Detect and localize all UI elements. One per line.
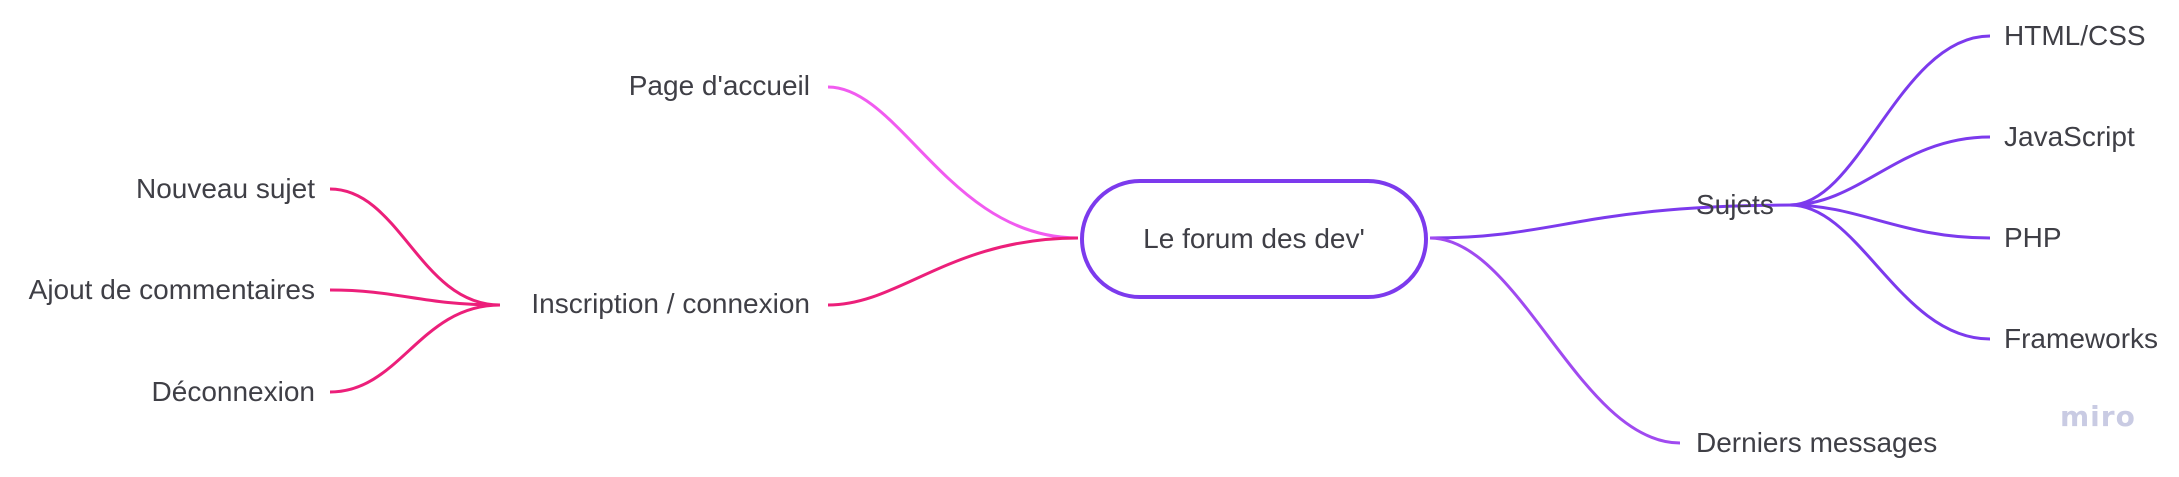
node-derniers-messages[interactable]: Derniers messages xyxy=(1696,429,1937,457)
center-node-label: Le forum des dev' xyxy=(1143,223,1365,254)
connector-page-accueil xyxy=(827,85,1079,240)
node-frameworks[interactable]: Frameworks xyxy=(2004,325,2158,353)
node-inscription-connexion[interactable]: Inscription / connexion xyxy=(480,290,810,318)
node-html-css[interactable]: HTML/CSS xyxy=(2004,22,2146,50)
node-javascript[interactable]: JavaScript xyxy=(2004,123,2135,151)
connector-html-css xyxy=(1789,34,1991,207)
connector-php xyxy=(1789,203,1991,240)
mindmap-canvas: Le forum des dev' Page d'accueil Inscrip… xyxy=(0,0,2179,477)
connector-derniers-messages xyxy=(1429,236,1681,445)
node-page-accueil[interactable]: Page d'accueil xyxy=(560,72,810,100)
node-nouveau-sujet[interactable]: Nouveau sujet xyxy=(60,175,315,203)
node-sujets[interactable]: Sujets xyxy=(1696,191,1774,219)
connector-deconnexion xyxy=(329,303,501,394)
connector-frameworks xyxy=(1789,203,1991,341)
connector-inscription xyxy=(827,236,1079,307)
node-deconnexion[interactable]: Déconnexion xyxy=(60,378,315,406)
node-ajout-commentaires[interactable]: Ajout de commentaires xyxy=(10,276,315,304)
connector-ajout-commentaires xyxy=(329,288,501,307)
center-node[interactable]: Le forum des dev' xyxy=(1080,179,1428,299)
miro-watermark: miro xyxy=(2060,400,2136,433)
connector-nouveau-sujet xyxy=(329,187,501,307)
node-php[interactable]: PHP xyxy=(2004,224,2062,252)
